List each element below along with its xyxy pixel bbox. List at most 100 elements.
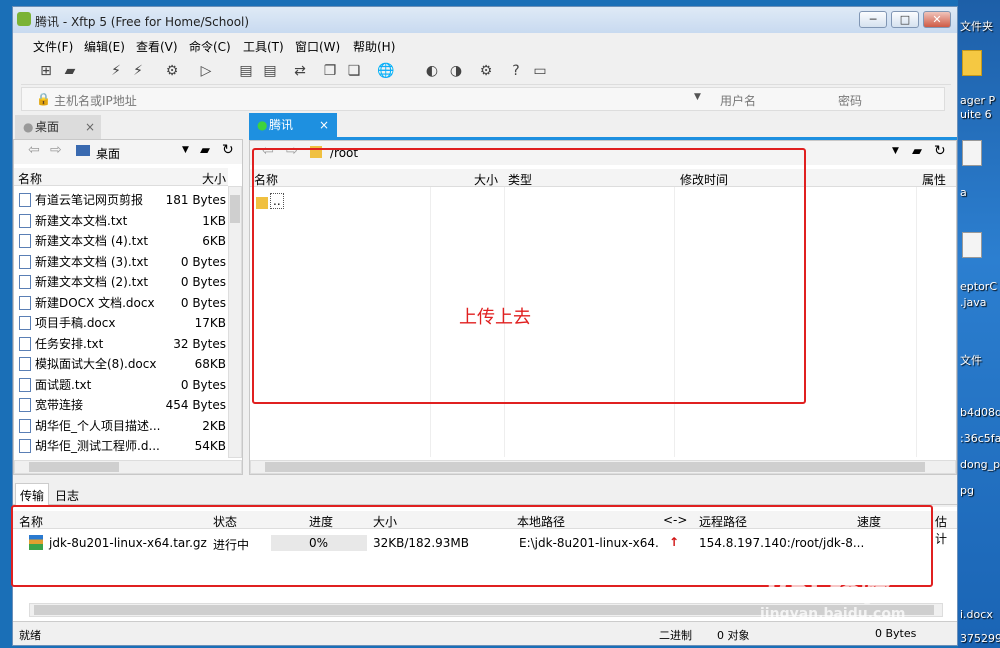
refresh-icon[interactable]: ↻ bbox=[934, 143, 946, 159]
file-size: 0 Bytes bbox=[180, 295, 226, 310]
globe-icon[interactable]: 🌐 bbox=[377, 63, 395, 81]
file-size: 2KB bbox=[202, 418, 226, 433]
desktop-file-icon[interactable] bbox=[962, 232, 982, 258]
list-item[interactable]: 新建文本文档 (4).txt 6KB bbox=[14, 231, 226, 251]
address-bar: 🔒 主机名或IP地址 ▼ 用户名 密码 bbox=[21, 87, 945, 111]
list-item[interactable]: 任务安排.txt 32 Bytes bbox=[14, 334, 226, 354]
desktop-label: pg bbox=[960, 484, 974, 497]
file-size: 17KB bbox=[194, 316, 226, 330]
chat-icon[interactable]: ▭ bbox=[531, 63, 549, 81]
close-button[interactable]: ✕ bbox=[923, 11, 951, 28]
horizontal-scrollbar[interactable] bbox=[250, 460, 956, 474]
list-item[interactable]: 胡华佢_个人项目描述... 2KB bbox=[14, 416, 226, 436]
host-input[interactable]: 主机名或IP地址 bbox=[54, 92, 137, 109]
new-session-icon[interactable]: ⊞ bbox=[37, 63, 55, 81]
folder-icon[interactable]: ▰ bbox=[912, 144, 922, 159]
password-input[interactable]: 密码 bbox=[838, 92, 862, 109]
play-icon[interactable]: ▷ bbox=[197, 63, 215, 81]
minimize-button[interactable]: ─ bbox=[859, 11, 887, 28]
list-item[interactable]: 有道云笔记网页剪报 181 Bytes bbox=[14, 190, 226, 210]
file-size: 0 Bytes bbox=[180, 377, 226, 392]
watermark-logo: Bai 经验 bbox=[766, 574, 890, 609]
file-name: 任务安排.txt bbox=[35, 336, 104, 351]
bottom-tabs: 传输 日志 bbox=[13, 483, 957, 505]
folder-icon[interactable]: ▰ bbox=[200, 143, 210, 158]
desktop-label: dong_p bbox=[960, 458, 1000, 471]
menu-help[interactable]: 帮助(H) bbox=[353, 38, 395, 55]
file-icon bbox=[19, 357, 31, 371]
forward-arrow-icon[interactable]: ⇨ bbox=[50, 142, 62, 158]
disconnect-icon[interactable]: ⚡ bbox=[129, 63, 147, 81]
col-name[interactable]: 名称 bbox=[18, 170, 42, 187]
watermark-url: jingyan.baidu.com bbox=[760, 606, 906, 622]
list-item[interactable]: 项目手稿.docx 17KB bbox=[14, 313, 226, 333]
scroll-thumb[interactable] bbox=[265, 462, 925, 472]
username-input[interactable]: 用户名 bbox=[720, 92, 756, 109]
close-icon[interactable]: × bbox=[319, 113, 329, 137]
chevron-down-icon[interactable]: ▼ bbox=[694, 92, 701, 102]
tab-label: 桌面 bbox=[35, 120, 60, 134]
close-icon[interactable]: × bbox=[85, 115, 95, 139]
tab-tencent[interactable]: ● 腾讯 × bbox=[249, 113, 337, 139]
scroll-thumb[interactable] bbox=[230, 195, 240, 223]
desktop-label: 文件 bbox=[960, 354, 982, 367]
document-icon[interactable]: ▤ bbox=[237, 63, 255, 81]
gear-icon[interactable]: ⚙ bbox=[477, 63, 495, 81]
connect-icon[interactable]: ⚡ bbox=[107, 63, 125, 81]
scroll-thumb[interactable] bbox=[29, 462, 119, 472]
maximize-button[interactable]: □ bbox=[891, 11, 919, 28]
list-item[interactable]: 模拟面试大全(8).docx 68KB bbox=[14, 354, 226, 374]
desktop-file-icon[interactable] bbox=[962, 140, 982, 166]
menu-tools[interactable]: 工具(T) bbox=[243, 38, 284, 55]
transfer-mode[interactable]: 二进制 bbox=[659, 627, 692, 643]
list-item[interactable]: 新建文本文档.txt 1KB bbox=[14, 211, 226, 231]
tab-log[interactable]: 日志 bbox=[55, 487, 79, 504]
list-item[interactable]: 新建文本文档 (3).txt 0 Bytes bbox=[14, 252, 226, 272]
menu-command[interactable]: 命令(C) bbox=[189, 38, 231, 55]
vertical-scrollbar[interactable] bbox=[228, 186, 242, 458]
file-name: 有道云笔记网页剪报 bbox=[35, 193, 144, 207]
tab-label: 腾讯 bbox=[269, 118, 294, 132]
document-icon[interactable]: ▤ bbox=[261, 63, 279, 81]
list-item[interactable]: 新建文本文档 (2).txt 0 Bytes bbox=[14, 272, 226, 292]
tab-desktop[interactable]: ● 桌面 × bbox=[15, 115, 101, 139]
transfer-icon[interactable]: ⇄ bbox=[291, 63, 309, 81]
file-icon bbox=[19, 213, 31, 228]
menu-edit[interactable]: 编辑(E) bbox=[84, 38, 125, 55]
title-bar[interactable]: 腾讯 - Xftp 5 (Free for Home/School) ─ □ ✕ bbox=[13, 7, 957, 33]
menu-window[interactable]: 窗口(W) bbox=[295, 38, 340, 55]
file-size: 181 Bytes bbox=[165, 193, 226, 207]
desktop-label: eptorC bbox=[960, 280, 997, 293]
desktop-file-icon[interactable] bbox=[962, 50, 982, 76]
file-icon bbox=[19, 398, 31, 412]
file-name: 面试题.txt bbox=[35, 377, 92, 392]
list-item[interactable]: 胡华佢_测试工程师.d... 54KB bbox=[14, 436, 226, 456]
file-icon bbox=[19, 439, 31, 453]
list-item[interactable]: 面试题.txt 0 Bytes bbox=[14, 375, 226, 395]
help-icon[interactable]: ? bbox=[507, 63, 525, 81]
refresh-icon[interactable]: ↻ bbox=[222, 142, 234, 158]
list-item[interactable]: 宽带连接 454 Bytes bbox=[14, 395, 226, 415]
xftp-tool-icon[interactable]: ◑ bbox=[447, 63, 465, 81]
list-item[interactable]: 新建DOCX 文档.docx 0 Bytes bbox=[14, 293, 226, 313]
tab-transfer[interactable]: 传输 bbox=[15, 483, 50, 505]
properties-icon[interactable]: ⚙ bbox=[163, 63, 181, 81]
xshell-icon[interactable]: ◐ bbox=[423, 63, 441, 81]
connected-dot: ● bbox=[257, 118, 268, 132]
chevron-down-icon[interactable]: ▼ bbox=[892, 146, 899, 156]
horizontal-scrollbar[interactable] bbox=[14, 460, 242, 474]
open-folder-icon[interactable]: ▰ bbox=[61, 63, 79, 81]
menu-view[interactable]: 查看(V) bbox=[136, 38, 178, 55]
annotation-box bbox=[252, 148, 806, 404]
menu-file[interactable]: 文件(F) bbox=[33, 38, 73, 55]
back-arrow-icon[interactable]: ⇦ bbox=[28, 142, 40, 158]
local-path[interactable]: 桌面 bbox=[96, 145, 120, 162]
file-name: 胡华佢_个人项目描述... bbox=[35, 418, 161, 433]
col-size[interactable]: 大小 bbox=[202, 170, 226, 187]
desktop-label: :36c5fa bbox=[960, 432, 1000, 445]
copy-icon[interactable]: ❐ bbox=[321, 63, 339, 81]
col-attributes[interactable]: 属性 bbox=[922, 171, 946, 188]
paste-icon[interactable]: ❏ bbox=[345, 63, 363, 81]
object-count: 0 对象 bbox=[717, 629, 750, 642]
chevron-down-icon[interactable]: ▼ bbox=[182, 145, 189, 155]
